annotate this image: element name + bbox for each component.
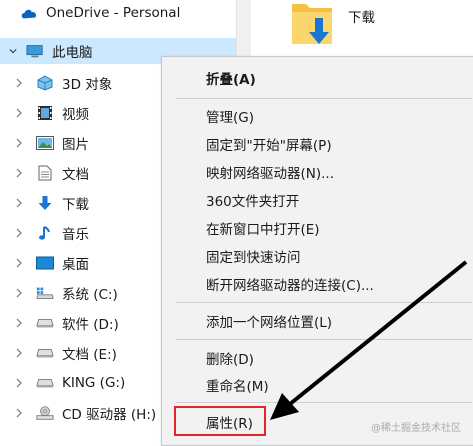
menu-item-map-network-drive[interactable]: 映射网络驱动器(N)...: [162, 158, 473, 185]
menu-item-label: 360文件夹打开: [206, 193, 300, 210]
chevron-right-icon[interactable]: [14, 258, 24, 268]
video-icon: [36, 105, 54, 121]
menu-item-label: 固定到快速访问: [206, 249, 301, 266]
menu-item-manage[interactable]: 管理(G): [162, 102, 473, 129]
pictures-icon: [36, 135, 54, 151]
drive-icon: [36, 345, 54, 361]
menu-item-disconnect-network-drive[interactable]: 断开网络驱动器的连接(C)...: [162, 270, 473, 297]
menu-separator: [176, 339, 472, 340]
downloads-folder-icon: [292, 4, 332, 44]
menu-item-label: 删除(D): [206, 351, 254, 368]
chevron-right-icon[interactable]: [14, 168, 24, 178]
chevron-right-icon[interactable]: [14, 228, 24, 238]
chevron-right-icon[interactable]: [14, 108, 24, 118]
menu-item-label: 添加一个网络位置(L): [206, 314, 333, 331]
chevron-down-icon[interactable]: [8, 46, 18, 56]
menu-separator: [176, 402, 472, 403]
nav-item-label: 视频: [62, 107, 89, 123]
watermark: @稀土掘金技术社区: [371, 423, 461, 434]
menu-item-add-network-location[interactable]: 添加一个网络位置(L): [162, 307, 473, 334]
nav-item-onedrive[interactable]: OneDrive - Personal: [0, 0, 236, 26]
nav-item-label: 3D 对象: [62, 77, 113, 93]
context-menu: 折叠(A) 管理(G) 固定到"开始"屏幕(P) 映射网络驱动器(N)... 3…: [161, 56, 473, 446]
system-drive-icon: [36, 285, 54, 301]
cloud-icon: [20, 5, 38, 21]
chevron-right-icon[interactable]: [14, 138, 24, 148]
nav-item-label: 此电脑: [52, 45, 93, 61]
nav-item-label: 文档 (E:): [62, 347, 117, 363]
menu-separator: [176, 302, 472, 303]
desktop-icon: [36, 255, 54, 271]
nav-item-label: 软件 (D:): [62, 317, 119, 333]
nav-item-label: CD 驱动器 (H:): [62, 407, 157, 423]
3d-objects-icon: [36, 75, 54, 91]
computer-icon: [26, 43, 44, 59]
drive-icon: [36, 375, 54, 391]
menu-item-label: 固定到"开始"屏幕(P): [206, 137, 332, 154]
menu-item-label: 在新窗口中打开(E): [206, 221, 320, 238]
properties-highlight-box: [174, 406, 266, 436]
drive-icon: [36, 315, 54, 331]
nav-item-label: OneDrive - Personal: [46, 5, 181, 21]
music-icon: [36, 225, 54, 241]
chevron-right-icon[interactable]: [14, 378, 24, 388]
nav-item-label: 系统 (C:): [62, 287, 118, 303]
nav-item-label: 音乐: [62, 227, 89, 243]
nav-item-label: 图片: [62, 137, 89, 153]
folder-label: 下载: [348, 10, 375, 26]
menu-item-open-new-window[interactable]: 在新窗口中打开(E): [162, 214, 473, 241]
chevron-right-icon[interactable]: [14, 198, 24, 208]
nav-item-label: 桌面: [62, 257, 89, 273]
nav-item-label: 文档: [62, 167, 89, 183]
menu-item-delete[interactable]: 删除(D): [162, 344, 473, 371]
menu-item-label: 映射网络驱动器(N)...: [206, 165, 335, 182]
chevron-right-icon[interactable]: [14, 288, 24, 298]
menu-item-label: 折叠(A): [206, 71, 256, 88]
chevron-right-icon[interactable]: [14, 348, 24, 358]
chevron-right-icon[interactable]: [14, 78, 24, 88]
nav-item-label: KING (G:): [62, 375, 126, 391]
menu-item-label: 断开网络驱动器的连接(C)...: [206, 277, 374, 294]
menu-item-pin-to-start[interactable]: 固定到"开始"屏幕(P): [162, 130, 473, 157]
downloads-icon: [36, 195, 54, 211]
menu-item-label: 重命名(M): [206, 378, 269, 395]
menu-item-open-360[interactable]: 360文件夹打开: [162, 186, 473, 213]
menu-separator: [176, 98, 472, 99]
menu-item-pin-quick-access[interactable]: 固定到快速访问: [162, 242, 473, 269]
menu-item-label: 管理(G): [206, 109, 254, 126]
chevron-right-icon[interactable]: [14, 318, 24, 328]
nav-item-label: 下载: [62, 197, 89, 213]
menu-item-collapse[interactable]: 折叠(A): [162, 64, 473, 91]
menu-item-rename[interactable]: 重命名(M): [162, 371, 473, 398]
documents-icon: [36, 165, 54, 181]
cd-drive-icon: [36, 405, 54, 421]
chevron-right-icon[interactable]: [14, 408, 24, 418]
